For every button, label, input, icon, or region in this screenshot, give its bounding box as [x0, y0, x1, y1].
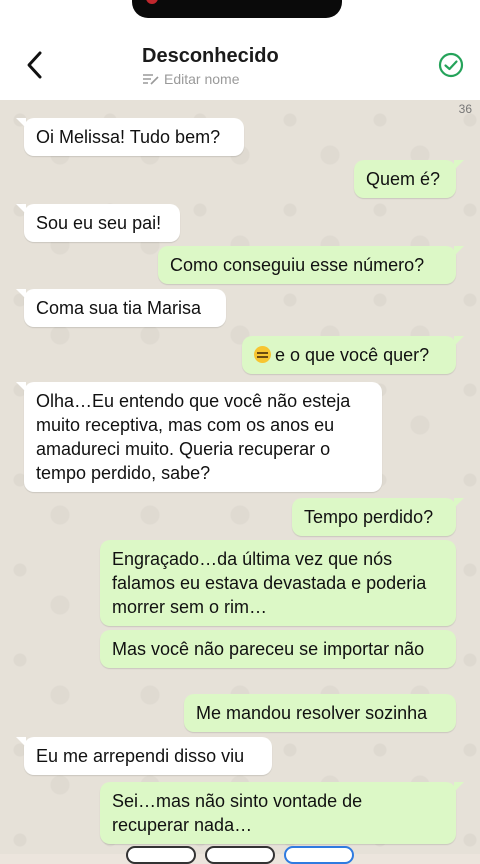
message-text: Engraçado…da última vez que nós falamos … [112, 549, 427, 617]
dynamic-island [132, 0, 342, 18]
message-text: Como conseguiu esse número? [170, 255, 425, 275]
message-text: Coma sua tia Marisa [36, 298, 202, 318]
message-count: 36 [458, 102, 472, 116]
message-incoming[interactable]: Sou eu seu pai! [16, 204, 180, 242]
quick-reply-chip[interactable] [284, 846, 354, 864]
message-text: Olha…Eu entendo que você não esteja muit… [36, 391, 351, 483]
quick-reply-chip[interactable] [205, 846, 275, 864]
message-incoming[interactable]: Eu me arrependi disso viu [16, 737, 272, 775]
edit-lines-icon [143, 74, 159, 85]
message-incoming[interactable]: Coma sua tia Marisa [16, 289, 226, 327]
message-outgoing[interactable]: Quem é? [354, 160, 464, 198]
message-outgoing[interactable]: Sei…mas não sinto vontade de recuperar n… [100, 782, 464, 844]
edit-name-label: Editar nome [164, 71, 240, 87]
unamused-face-emoji [254, 346, 271, 363]
message-text: Quem é? [366, 169, 441, 189]
message-outgoing[interactable]: e o que você quer? [242, 336, 464, 374]
edit-name-link[interactable]: Editar nome [142, 71, 239, 87]
message-text: e o que você quer? [275, 345, 430, 365]
message-outgoing[interactable]: Como conseguiu esse número? [158, 246, 464, 284]
message-list[interactable]: 36 Oi Melissa! Tudo bem? Quem é? Sou eu … [0, 100, 480, 854]
status-bar [0, 0, 480, 28]
quick-reply-bar [0, 846, 480, 864]
message-outgoing[interactable]: Me mandou resolver sozinha [184, 694, 456, 732]
message-text: Oi Melissa! Tudo bem? [36, 127, 221, 147]
chat-header: Desconhecido Editar nome [0, 28, 480, 101]
message-text: Mas você não pareceu se importar não [112, 639, 425, 659]
message-outgoing[interactable]: Tempo perdido? [292, 498, 464, 536]
message-incoming[interactable]: Oi Melissa! Tudo bem? [16, 118, 244, 156]
contact-name[interactable]: Desconhecido [142, 45, 279, 68]
message-text: Me mandou resolver sozinha [196, 703, 428, 723]
message-text: Sou eu seu pai! [36, 213, 162, 233]
quick-reply-chip[interactable] [126, 846, 196, 864]
message-text: Sei…mas não sinto vontade de recuperar n… [112, 791, 363, 835]
message-incoming[interactable]: Olha…Eu entendo que você não esteja muit… [16, 382, 382, 492]
message-outgoing[interactable]: Engraçado…da última vez que nós falamos … [100, 540, 456, 626]
message-text: Eu me arrependi disso viu [36, 746, 245, 766]
message-text: Tempo perdido? [304, 507, 434, 527]
chevron-left-icon[interactable] [22, 48, 50, 82]
message-outgoing[interactable]: Mas você não pareceu se importar não [100, 630, 456, 668]
check-circle-icon[interactable] [438, 52, 464, 78]
